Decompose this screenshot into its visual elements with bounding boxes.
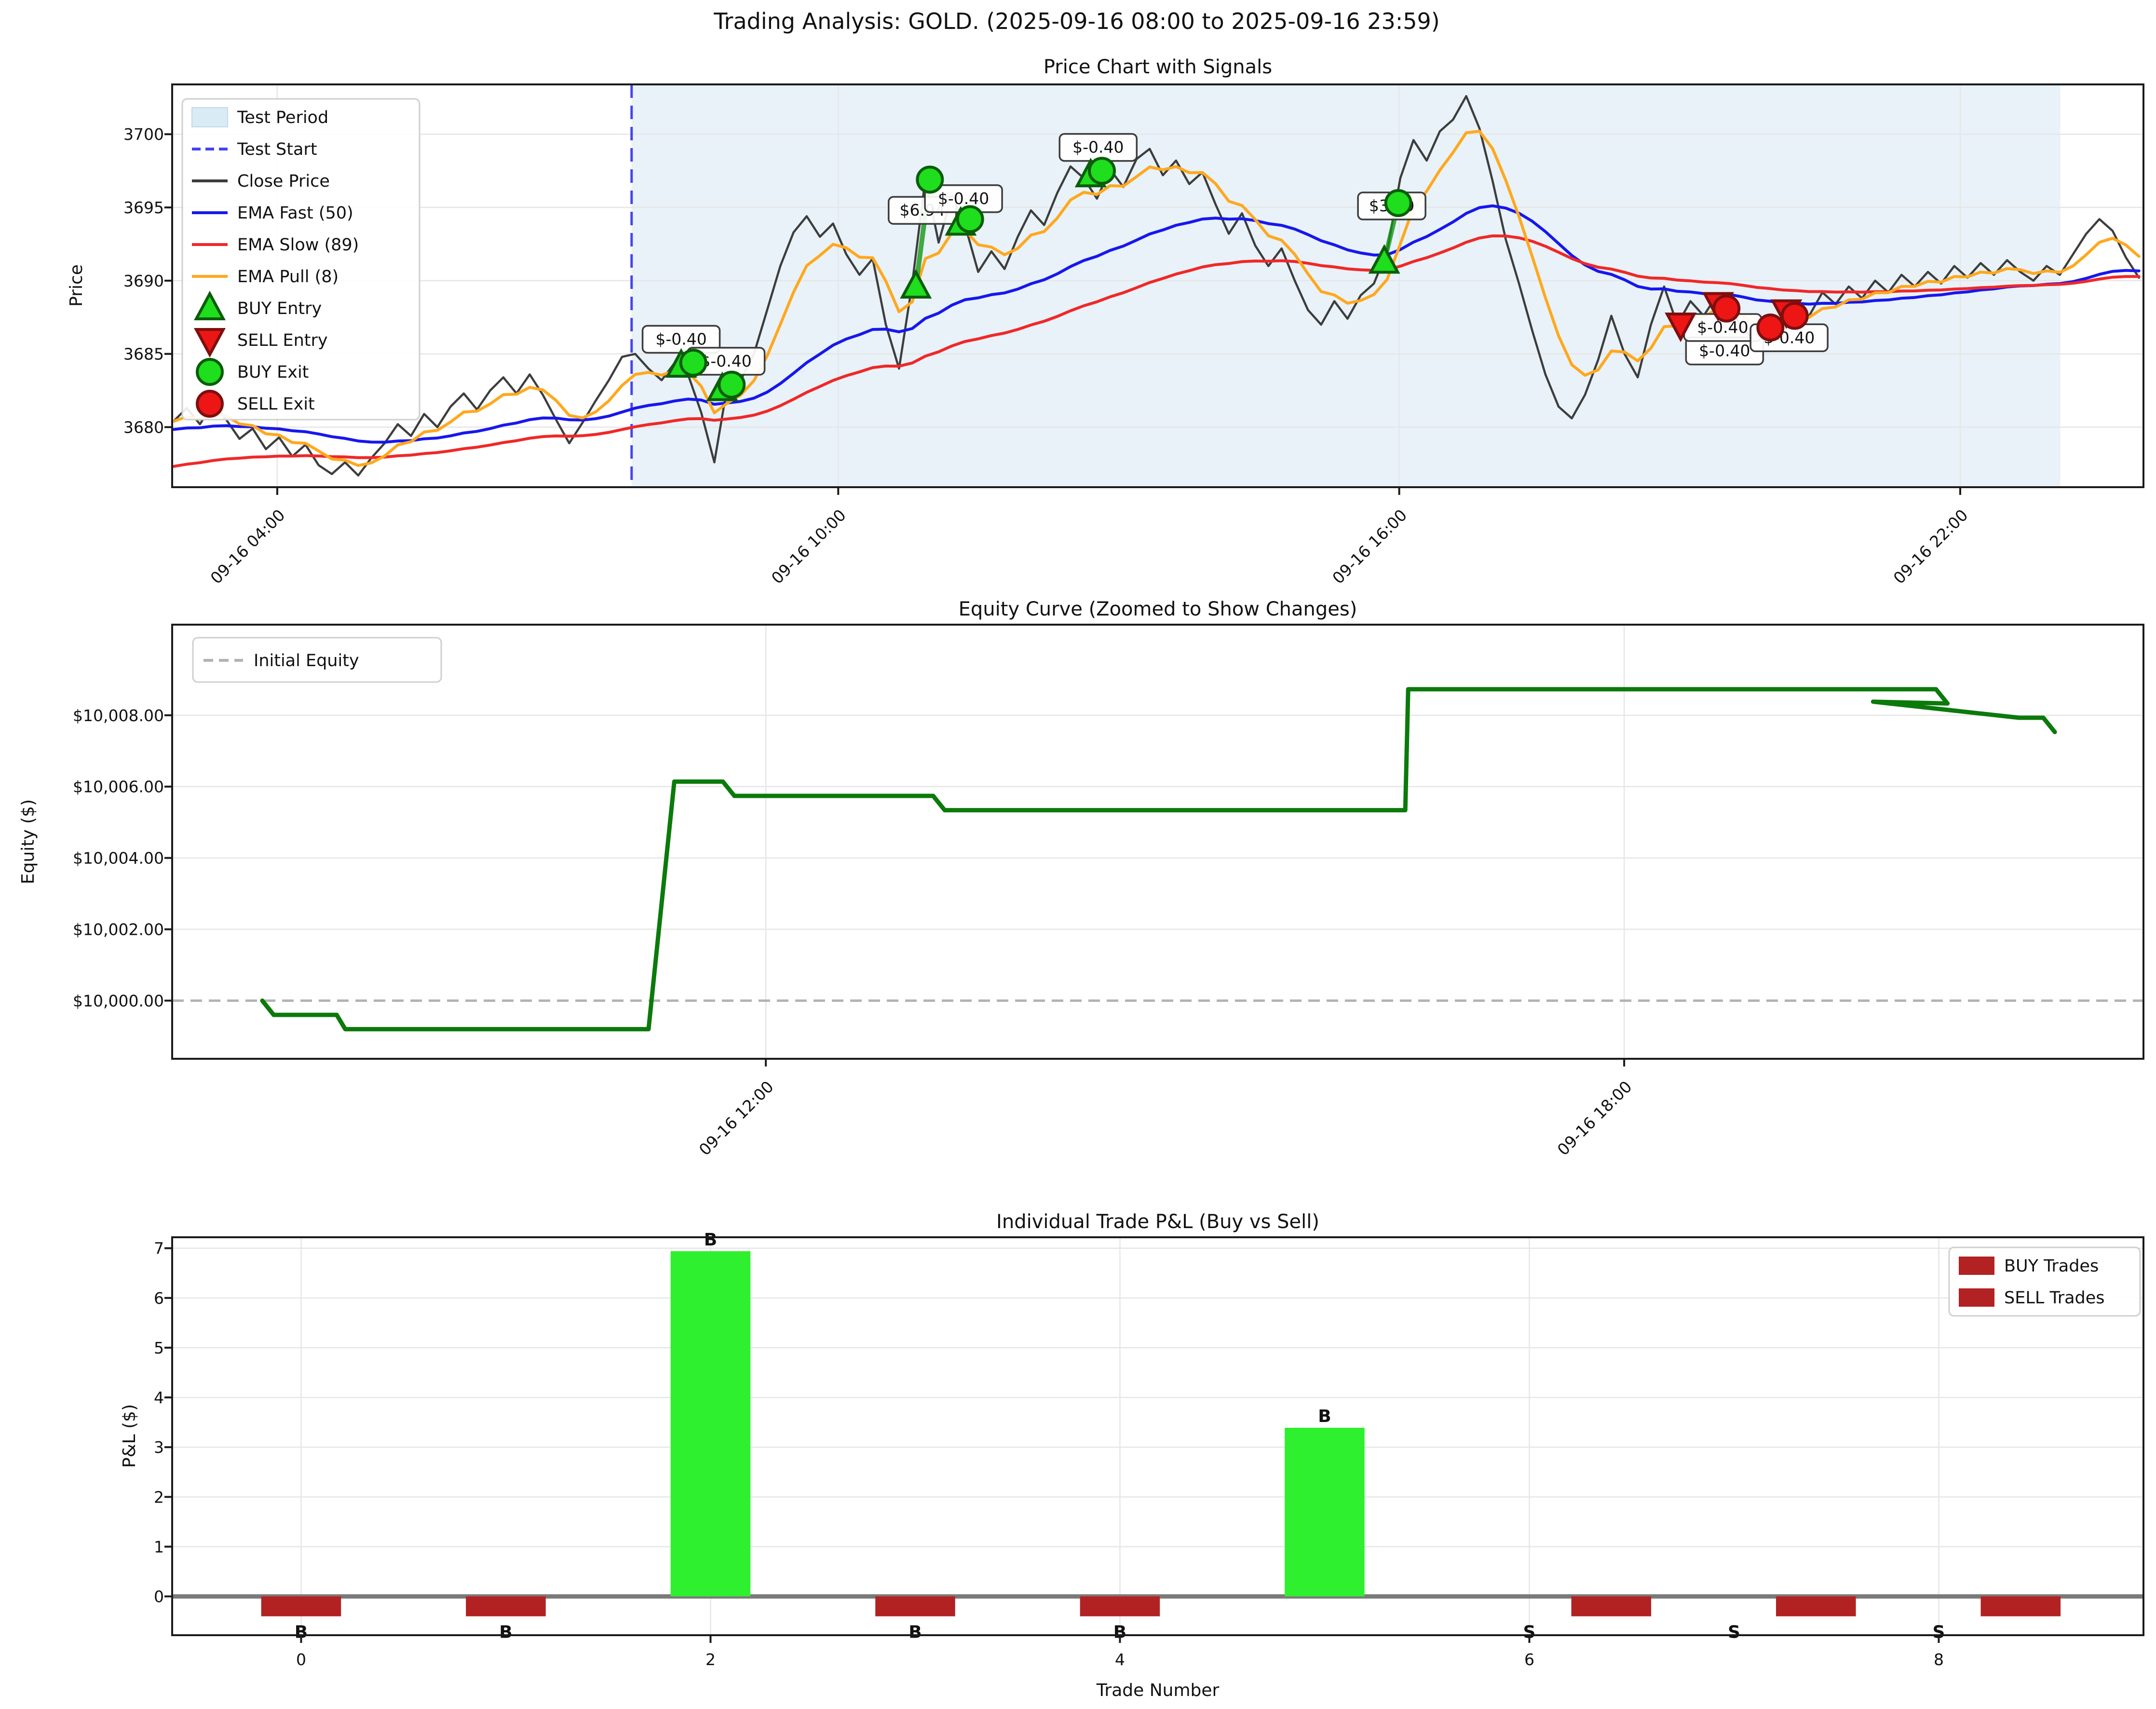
buy-trade-bar xyxy=(875,1597,955,1616)
pnl-ytick-label: 0 xyxy=(154,1587,164,1606)
annotation-pnl-label: $-0.40 xyxy=(1072,138,1124,157)
annotation-pnl-label: $-0.40 xyxy=(1699,342,1750,360)
equity-ytick-label: $10,000.00 xyxy=(73,991,164,1010)
trading-analysis-figure: Trading Analysis: GOLD. (2025-09-16 08:0… xyxy=(0,0,2156,1709)
pnl-chart: BBBBBBSSS0123456702468BUY TradesSELL Tra… xyxy=(154,1230,2143,1669)
pnl-xtick-label: 0 xyxy=(296,1650,306,1669)
equity-ylabel: Equity ($) xyxy=(18,799,38,884)
sell-trade-bar xyxy=(1981,1597,2061,1616)
pnl-xlabel: Trade Number xyxy=(1096,1681,1220,1700)
price-ytick-label: 3685 xyxy=(123,345,164,364)
pnl-ytick-label: 1 xyxy=(154,1537,164,1556)
buy-trade-bar xyxy=(1080,1597,1160,1616)
annotation-pnl-label: $-0.40 xyxy=(938,189,989,208)
pnl-xtick-label: 4 xyxy=(1115,1650,1125,1669)
pnl-xtick-label: 8 xyxy=(1934,1650,1944,1669)
buy-exit-marker xyxy=(681,350,706,375)
trade-side-label: B xyxy=(499,1623,512,1642)
price-xtick-label: 09-16 10:00 xyxy=(768,506,850,588)
buy-exit-marker xyxy=(1089,158,1114,183)
price-xtick-label: 09-16 04:00 xyxy=(207,506,289,588)
figure-canvas: Trading Analysis: GOLD. (2025-09-16 08:0… xyxy=(0,0,2156,1709)
buy-trade-bar xyxy=(671,1251,751,1597)
equity-ytick-label: $10,008.00 xyxy=(73,706,164,725)
legend-item-label: Test Period xyxy=(237,108,328,127)
annotation-pnl-label: $-0.40 xyxy=(655,329,706,348)
equity-chart: $10,000.00 $10,002.00 $10,004.00 $10,006.00… xyxy=(73,625,2143,1159)
sell-exit-marker xyxy=(1714,296,1739,321)
buy-trade-bar xyxy=(1285,1428,1365,1597)
buy-exit-marker xyxy=(917,167,942,192)
legend-item-label: EMA Fast (50) xyxy=(237,204,353,223)
trade-side-label: B xyxy=(1318,1407,1331,1426)
pnl-chart-title: Individual Trade P&L (Buy vs Sell) xyxy=(996,1211,1319,1233)
legend-item-label: BUY Entry xyxy=(237,299,322,318)
equity-xtick-label: 09-16 18:00 xyxy=(1554,1077,1636,1159)
buy-trade-bar xyxy=(261,1597,341,1616)
price-ytick-label: 3680 xyxy=(123,418,164,437)
price-ytick-label: 3690 xyxy=(123,272,164,290)
equity-ytick-label: $10,002.00 xyxy=(73,920,164,939)
sell-exit-swatch xyxy=(197,391,222,416)
buy-exit-swatch xyxy=(197,359,222,384)
legend-item-label: Test Start xyxy=(237,140,317,159)
price-ytick-label: 3700 xyxy=(123,125,164,144)
figure-title: Trading Analysis: GOLD. (2025-09-16 08:0… xyxy=(713,8,1440,34)
sell-exit-marker xyxy=(1782,303,1807,328)
price-chart-title: Price Chart with Signals xyxy=(1044,56,1272,78)
pnl-ytick-label: 5 xyxy=(154,1339,164,1357)
buy-exit-marker xyxy=(719,372,744,397)
pnl-ytick-label: 6 xyxy=(154,1289,164,1308)
legend-item-label: Initial Equity xyxy=(254,651,359,670)
price-ylabel: Price xyxy=(67,264,86,307)
sell-exit-marker xyxy=(1758,315,1783,340)
pnl-xtick-label: 6 xyxy=(1524,1650,1534,1669)
buy-trade-bar xyxy=(466,1597,546,1616)
legend-item-label: BUY Exit xyxy=(237,363,309,382)
buy-exit-marker xyxy=(958,206,983,232)
legend-item-label: BUY Trades xyxy=(2004,1257,2099,1276)
pnl-ylabel: P&L ($) xyxy=(120,1404,139,1468)
trades-swatch xyxy=(1959,1288,1994,1307)
legend-item-label: EMA Slow (89) xyxy=(237,235,359,255)
trades-swatch xyxy=(1959,1257,1994,1275)
price-xtick-label: 09-16 16:00 xyxy=(1329,506,1410,588)
pnl-ytick-label: 4 xyxy=(154,1388,164,1407)
test-period-swatch xyxy=(192,108,228,127)
pnl-ytick-label: 2 xyxy=(154,1488,164,1506)
price-xtick-label: 09-16 22:00 xyxy=(1890,506,1972,588)
pnl-ytick-label: 3 xyxy=(154,1438,164,1457)
equity-ytick-label: $10,006.00 xyxy=(73,778,164,796)
equity-xtick-label: 09-16 12:00 xyxy=(695,1077,777,1159)
legend-item-label: Close Price xyxy=(237,172,330,191)
legend-item-label: EMA Pull (8) xyxy=(237,267,339,287)
legend-item-label: SELL Exit xyxy=(237,395,315,414)
pnl-ytick-label: 7 xyxy=(154,1239,164,1258)
equity-ytick-label: $10,004.00 xyxy=(73,849,164,868)
legend-item-label: SELL Entry xyxy=(237,331,328,350)
sell-trade-bar xyxy=(1572,1597,1652,1616)
sell-trade-bar xyxy=(1776,1597,1856,1616)
trade-side-label: B xyxy=(704,1230,717,1250)
equity-curve-line xyxy=(262,689,2055,1029)
price-chart: $-0.40$-0.40$6.94$-0.40$-0.40$3.39$-0.40… xyxy=(123,84,2143,588)
price-ytick-label: 3695 xyxy=(123,198,164,217)
trade-side-label: S xyxy=(1728,1623,1740,1642)
buy-exit-marker xyxy=(1386,191,1411,216)
legend-item-label: SELL Trades xyxy=(2004,1288,2105,1308)
pnl-spines xyxy=(172,1237,2143,1635)
equity-chart-title: Equity Curve (Zoomed to Show Changes) xyxy=(959,598,1357,620)
pnl-xtick-label: 2 xyxy=(705,1650,716,1669)
trade-side-label: B xyxy=(909,1623,922,1642)
annotation-pnl-label: $-0.40 xyxy=(700,352,751,370)
